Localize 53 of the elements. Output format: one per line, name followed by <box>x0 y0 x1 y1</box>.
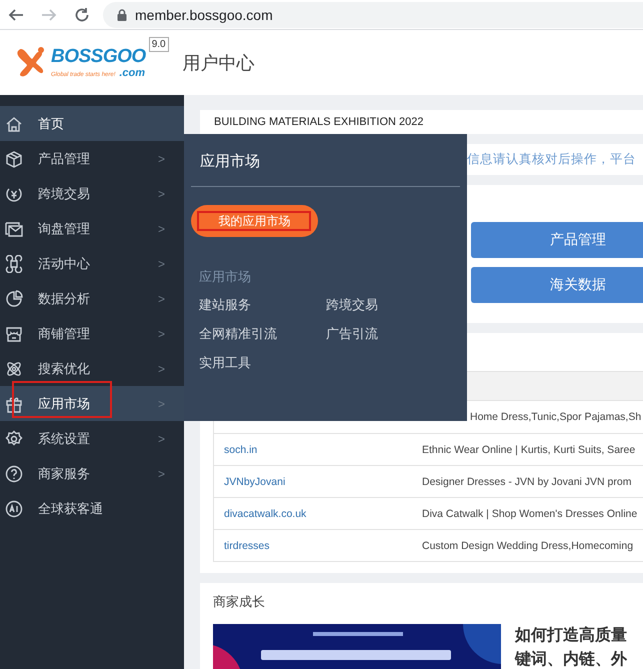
article-headline[interactable]: 如何打造高质量 <box>515 624 627 648</box>
box-icon <box>5 150 23 168</box>
site-link[interactable]: divacatwalk.co.uk <box>214 508 422 520</box>
exhibition-banner: BUILDING MATERIALS EXHIBITION 2022 <box>200 110 643 134</box>
version-badge: 9.0 <box>148 36 169 52</box>
table-cell: Ethnic Wear Online | Kurtis, Kurti Suits, Saree <box>422 444 636 456</box>
submenu-link[interactable]: 建站服务 <box>199 296 326 314</box>
reload-icon[interactable] <box>74 6 90 22</box>
submenu-title: 应用市场 <box>191 134 460 187</box>
sidebar-item[interactable]: 跨境交易 > <box>0 176 184 211</box>
sidebar-item[interactable]: 活动中心 > <box>0 246 184 281</box>
sidebar-item[interactable]: 数据分析 > <box>0 281 184 316</box>
section-title: 商家成长 <box>213 593 266 611</box>
url-text: member.bossgoo.com <box>135 6 273 22</box>
sidebar-item[interactable]: 商铺管理 > <box>0 316 184 351</box>
gift-icon <box>5 394 23 412</box>
sidebar-item[interactable]: 商家服务 > <box>0 456 184 491</box>
quick-link-button[interactable]: 产品管理 <box>471 222 643 258</box>
submenu-link[interactable]: 跨境交易 <box>326 296 453 314</box>
sidebar-item[interactable]: 全球获客通 <box>0 491 184 526</box>
logo-wordmark: BOSSGOO <box>51 46 146 66</box>
site-link[interactable]: soch.in <box>214 444 422 456</box>
table-cell: Designer Dresses - JVN by Jovani JVN prom <box>422 476 632 488</box>
sidebar-item[interactable]: 首页 <box>0 106 184 141</box>
submenu-link[interactable]: 实用工具 <box>199 354 326 372</box>
ai-icon <box>5 500 23 518</box>
site-link[interactable]: tirdresses <box>214 540 422 552</box>
sidebar-item[interactable]: 搜索优化 > <box>0 351 184 386</box>
home-icon <box>5 114 23 132</box>
atom-icon <box>5 360 23 378</box>
site-link[interactable]: JVNbyJovani <box>214 476 422 488</box>
help-icon <box>5 464 23 482</box>
sidebar-item[interactable]: 询盘管理 > <box>0 211 184 246</box>
section-label: 应用市场 <box>199 268 252 286</box>
table-cell: Custom Design Wedding Dress,Homecoming <box>422 540 634 552</box>
table-cell: Diva Catwalk | Shop Women's Dresses Online <box>422 508 638 520</box>
grid-icon <box>5 254 23 272</box>
sidebar-item[interactable]: 产品管理 > <box>0 141 184 176</box>
quick-link-button[interactable]: 海关数据 <box>471 267 643 303</box>
shop-icon <box>5 324 23 342</box>
logo-domain: .com <box>119 66 146 78</box>
page-title: 用户中心 <box>182 52 255 74</box>
table-cell-text: Home Dress,Tunic,Spor Pajamas,Sh <box>469 411 642 423</box>
pie-icon <box>5 290 23 308</box>
submenu-link[interactable]: 全网精准引流 <box>199 325 326 343</box>
gear-icon <box>5 430 23 448</box>
article-headline[interactable]: 键词、内链、外 <box>515 648 627 669</box>
submenu-link[interactable]: 广告引流 <box>326 325 453 343</box>
sidebar-item[interactable]: 系统设置 > <box>0 421 184 456</box>
address-bar[interactable]: member.bossgoo.com <box>103 2 643 28</box>
lock-icon <box>117 8 127 20</box>
mail-icon <box>5 220 23 238</box>
back-icon[interactable] <box>8 6 24 22</box>
